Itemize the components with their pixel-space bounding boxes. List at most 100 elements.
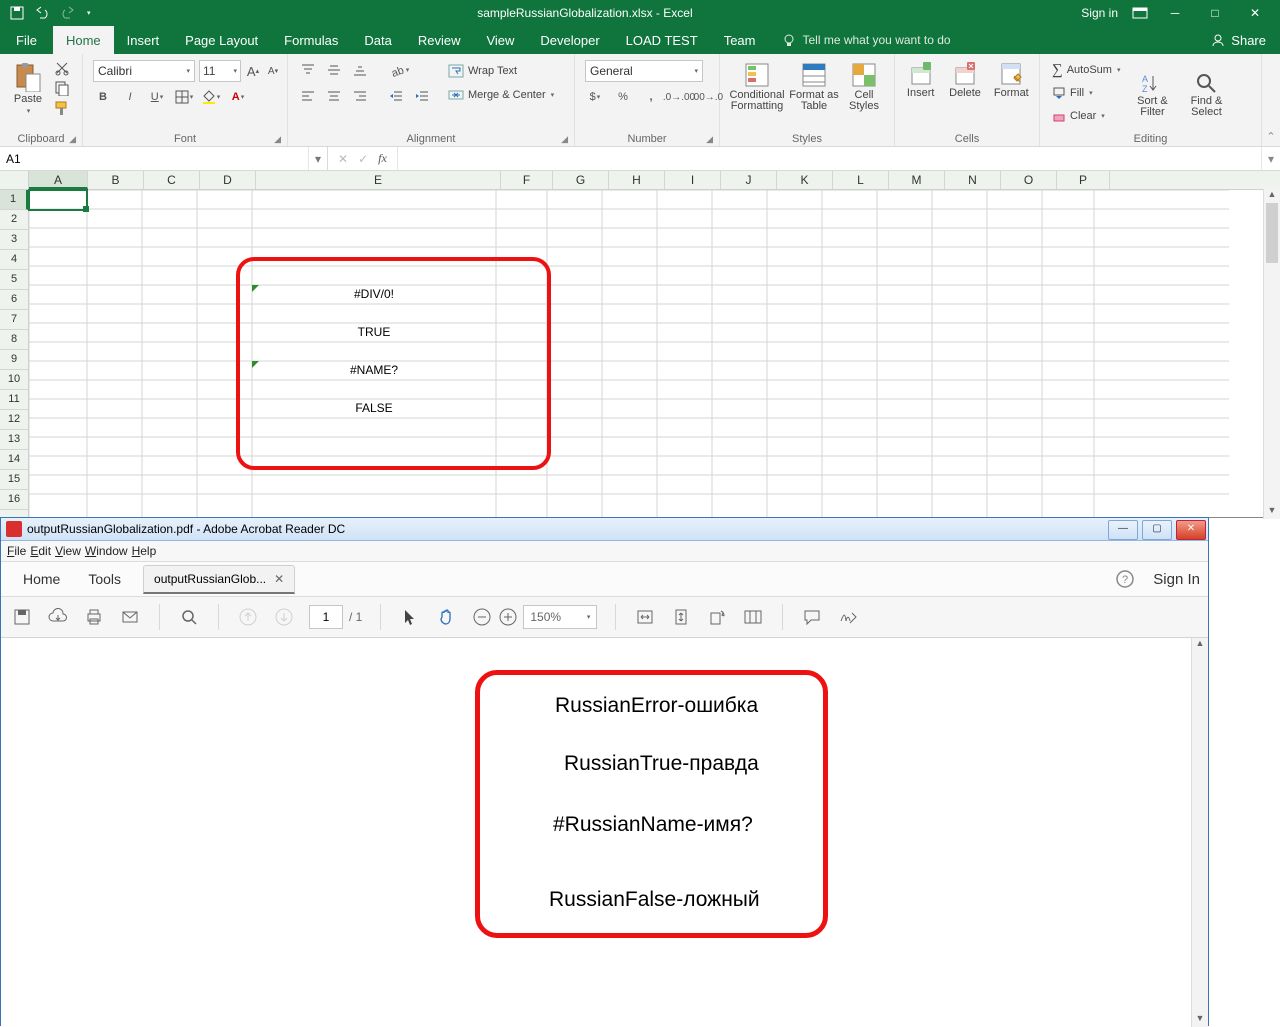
comma-format-icon[interactable]: , xyxy=(641,87,661,107)
merge-center-button[interactable]: Merge & Center▾ xyxy=(444,85,558,105)
row-header[interactable]: 13 xyxy=(0,430,28,450)
page-number-input[interactable] xyxy=(309,605,343,629)
row-header[interactable]: 9 xyxy=(0,350,28,370)
row-header[interactable]: 1 xyxy=(0,190,28,210)
column-header[interactable]: L xyxy=(833,171,889,189)
zoom-level-selector[interactable]: 150%▾ xyxy=(523,605,597,629)
tab-view[interactable]: View xyxy=(473,26,527,54)
column-header[interactable]: F xyxy=(501,171,553,189)
decrease-decimal-icon[interactable]: .00→.0 xyxy=(697,87,717,107)
sort-filter-button[interactable]: AZSort & Filter xyxy=(1130,68,1174,118)
tab-load-test[interactable]: LOAD TEST xyxy=(613,26,711,54)
cell[interactable]: #DIV/0! xyxy=(252,285,496,304)
tab-tools[interactable]: Tools xyxy=(74,571,135,587)
formula-input[interactable] xyxy=(398,147,1261,170)
copy-icon[interactable] xyxy=(54,80,70,96)
scroll-down-icon[interactable]: ▼ xyxy=(1264,505,1280,519)
cancel-formula-icon[interactable]: ✕ xyxy=(338,152,348,166)
close-button[interactable]: ✕ xyxy=(1242,6,1268,20)
undo-icon[interactable] xyxy=(34,6,50,20)
tab-developer[interactable]: Developer xyxy=(527,26,612,54)
autosum-button[interactable]: ∑AutoSum▾ xyxy=(1052,60,1120,80)
format-painter-icon[interactable] xyxy=(54,100,70,116)
maximize-button[interactable]: ▢ xyxy=(1142,520,1172,540)
menu-help[interactable]: Help xyxy=(132,544,157,558)
vertical-scrollbar[interactable]: ▲ ▼ xyxy=(1191,638,1208,1027)
close-tab-icon[interactable]: ✕ xyxy=(274,572,284,586)
prev-page-icon[interactable] xyxy=(237,606,259,628)
dialog-launcher-icon[interactable]: ◢ xyxy=(69,134,76,145)
clear-button[interactable]: Clear▾ xyxy=(1052,106,1120,126)
fill-button[interactable]: Fill▾ xyxy=(1052,83,1120,103)
hand-tool-icon[interactable] xyxy=(435,606,457,628)
row-header[interactable]: 10 xyxy=(0,370,28,390)
expand-formula-bar-icon[interactable]: ▾ xyxy=(1261,147,1280,170)
cell[interactable]: FALSE xyxy=(252,399,496,418)
cut-icon[interactable] xyxy=(54,60,70,76)
signin-link[interactable]: Sign In xyxy=(1153,571,1200,588)
insert-cells-button[interactable]: Insert xyxy=(901,58,940,99)
scroll-up-icon[interactable]: ▲ xyxy=(1192,638,1208,652)
shrink-font-icon[interactable]: A▾ xyxy=(265,62,281,80)
align-top-icon[interactable] xyxy=(298,60,318,80)
border-icon[interactable]: ▾ xyxy=(174,87,194,107)
percent-format-icon[interactable]: % xyxy=(613,87,633,107)
number-format-selector[interactable]: General▾ xyxy=(585,60,703,82)
minimize-button[interactable]: ─ xyxy=(1162,6,1188,20)
print-icon[interactable] xyxy=(83,606,105,628)
column-header[interactable]: N xyxy=(945,171,1001,189)
fill-color-icon[interactable]: ▾ xyxy=(201,87,221,107)
paste-button[interactable]: Paste ▾ xyxy=(6,58,50,115)
italic-button[interactable]: I xyxy=(120,87,140,107)
scroll-up-icon[interactable]: ▲ xyxy=(1264,189,1280,203)
worksheet-grid[interactable]: ABCDEFGHIJKLMNOP 12345678910111213141516… xyxy=(0,171,1280,519)
column-header[interactable]: E xyxy=(256,171,501,189)
collapse-ribbon-icon[interactable]: ⌃ xyxy=(1262,54,1280,146)
underline-button[interactable]: U▾ xyxy=(147,87,167,107)
signin-link[interactable]: Sign in xyxy=(1081,6,1118,20)
orientation-icon[interactable]: ab▾ xyxy=(390,60,410,80)
tab-home[interactable]: Home xyxy=(53,26,114,54)
pdf-viewport[interactable]: RussianError-ошибка RussianTrue-правда #… xyxy=(1,638,1208,1027)
column-header[interactable]: I xyxy=(665,171,721,189)
column-header[interactable]: K xyxy=(777,171,833,189)
increase-indent-icon[interactable] xyxy=(412,86,432,106)
menu-file[interactable]: File xyxy=(7,544,26,558)
row-header[interactable]: 4 xyxy=(0,250,28,270)
tab-team[interactable]: Team xyxy=(711,26,769,54)
row-header[interactable]: 3 xyxy=(0,230,28,250)
email-icon[interactable] xyxy=(119,606,141,628)
menu-view[interactable]: View xyxy=(55,544,81,558)
select-all-corner[interactable] xyxy=(0,171,29,189)
menu-window[interactable]: Window xyxy=(85,544,128,558)
row-header[interactable]: 7 xyxy=(0,310,28,330)
column-header[interactable]: B xyxy=(88,171,144,189)
redo-icon[interactable] xyxy=(60,6,76,20)
row-header[interactable]: 16 xyxy=(0,490,28,510)
row-header[interactable]: 14 xyxy=(0,450,28,470)
maximize-button[interactable]: □ xyxy=(1202,6,1228,20)
view-mode-icon[interactable] xyxy=(742,606,764,628)
enter-formula-icon[interactable]: ✓ xyxy=(358,152,368,166)
help-icon[interactable]: ? xyxy=(1115,569,1135,589)
column-header[interactable]: A xyxy=(29,171,88,189)
fx-icon[interactable]: fx xyxy=(378,151,387,166)
column-header[interactable]: D xyxy=(200,171,256,189)
tab-formulas[interactable]: Formulas xyxy=(271,26,351,54)
format-cells-button[interactable]: Format xyxy=(990,58,1033,99)
align-center-icon[interactable] xyxy=(324,86,344,106)
row-header[interactable]: 2 xyxy=(0,210,28,230)
vertical-scrollbar[interactable]: ▲ ▼ xyxy=(1263,189,1280,519)
align-right-icon[interactable] xyxy=(350,86,370,106)
tab-data[interactable]: Data xyxy=(351,26,404,54)
save-icon[interactable] xyxy=(11,606,33,628)
row-header[interactable]: 11 xyxy=(0,390,28,410)
next-page-icon[interactable] xyxy=(273,606,295,628)
column-header[interactable]: J xyxy=(721,171,777,189)
align-left-icon[interactable] xyxy=(298,86,318,106)
name-box[interactable]: ▾ xyxy=(0,147,328,170)
align-middle-icon[interactable] xyxy=(324,60,344,80)
dialog-launcher-icon[interactable]: ◢ xyxy=(561,134,568,145)
sign-icon[interactable] xyxy=(837,606,859,628)
dialog-launcher-icon[interactable]: ◢ xyxy=(706,134,713,145)
